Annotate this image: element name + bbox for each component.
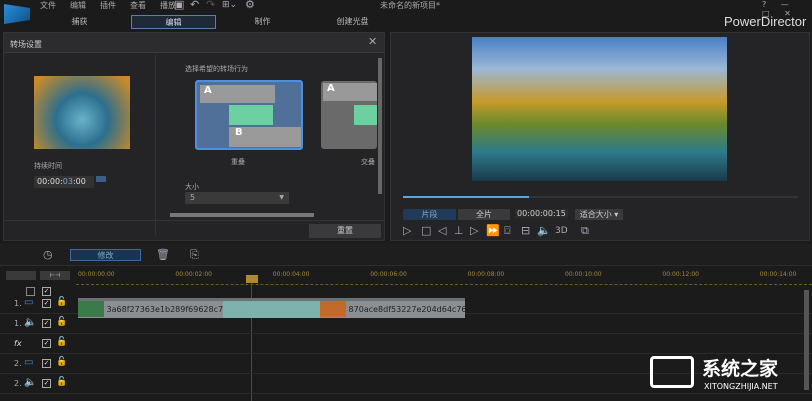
ruler-tick-label: 00:00:14:00 [759, 271, 797, 278]
clock-icon[interactable]: ◷ [43, 249, 53, 261]
play-icon[interactable]: ▷ [403, 225, 411, 237]
track-enable-checkbox[interactable]: ✓ [42, 379, 51, 388]
redo-icon[interactable]: ↷ [206, 0, 215, 11]
app-logo [4, 4, 30, 24]
undo-icon[interactable]: ↶ [190, 0, 199, 11]
tab-edit[interactable]: 编辑 [131, 15, 216, 29]
modify-button[interactable]: 修改 [70, 249, 141, 261]
track-enable-checkbox[interactable]: ✓ [42, 359, 51, 368]
undock-icon[interactable]: ⧉ [581, 225, 589, 237]
track-manager-button[interactable] [6, 271, 36, 280]
track-enable-checkbox[interactable]: ✓ [42, 319, 51, 328]
project-title: 未命名的新项目* [380, 1, 440, 10]
ruler-tick-label: 00:00:10:00 [565, 271, 602, 278]
track-enable-checkbox[interactable]: ✓ [42, 339, 51, 348]
option-cross[interactable]: A [321, 81, 377, 149]
playhead-marker[interactable] [246, 275, 258, 283]
all-tracks-checkbox[interactable]: ✓ [42, 287, 51, 296]
split-icon[interactable]: ⊥ [454, 225, 464, 237]
volume-icon[interactable]: 🔈 [537, 225, 551, 237]
subtitle-icon[interactable]: ⊟ [521, 225, 530, 237]
menu-edit[interactable]: 编辑 [70, 1, 86, 10]
ruler-tick-label: 00:00:08:00 [467, 271, 505, 278]
video-track-icon: ▭ [24, 357, 34, 368]
lock-icon[interactable]: 🔓 [56, 357, 67, 367]
size-dropdown[interactable]: 5 ▼ [185, 192, 289, 204]
tab-produce[interactable]: 制作 [220, 15, 305, 29]
track-enable-checkbox[interactable]: ✓ [42, 299, 51, 308]
option-overlap[interactable]: A B [195, 80, 303, 150]
playback-slider[interactable] [403, 196, 798, 198]
menu-file[interactable]: 文件 [40, 1, 56, 10]
transition-preview [34, 76, 130, 149]
audio-track-icon: 🔈 [24, 317, 37, 328]
ruler-tick-label: 00:00:12:00 [662, 271, 699, 278]
brand-label: PowerDirector [724, 14, 807, 29]
timeline-scrollbar[interactable] [804, 290, 809, 390]
menu-view[interactable]: 查看 [130, 1, 146, 10]
preview-video [472, 37, 727, 181]
clip-mode-button[interactable]: 片段 [403, 209, 456, 220]
fit-size-dropdown[interactable]: 适合大小 ▾ [575, 209, 623, 220]
next-frame-icon[interactable]: ▷ [470, 225, 478, 237]
snapshot-icon[interactable]: ⌼ [504, 225, 511, 237]
track-label: 1. [14, 299, 22, 308]
ruler-tick-label: 00:00:06:00 [370, 271, 407, 278]
edit-list-icon[interactable]: ⎘ [190, 249, 199, 261]
stop-icon[interactable]: □ [421, 225, 431, 237]
option-overlap-label: 重叠 [231, 158, 245, 166]
horizontal-scrollbar[interactable] [170, 213, 314, 217]
duration-stepper[interactable] [96, 176, 106, 182]
previous-frame-icon[interactable]: ◁ [438, 225, 446, 237]
watermark-house-icon [650, 356, 694, 388]
track-label: 2. [14, 359, 22, 368]
reset-button[interactable]: 重置 [309, 224, 381, 238]
ruler-tick-label: 00:00:04:00 [272, 271, 310, 278]
lock-icon[interactable]: 🔓 [56, 317, 67, 327]
lock-icon[interactable]: 🔓 [56, 337, 67, 347]
chevron-down-icon: ▼ [279, 194, 284, 201]
fit-timeline-button[interactable]: ⊢⊣ [40, 271, 70, 280]
track-label: 2. [14, 379, 22, 388]
video-track-icon: ▭ [24, 297, 34, 308]
preview-panel: 片段 全片 00:00:00:15 适合大小 ▾ ▷ □ ◁ ⊥ ▷ ⏩ ⌼ ⊟… [390, 32, 810, 241]
tab-create-disc[interactable]: 创建光盘 [310, 15, 395, 29]
track-label: fx [14, 339, 22, 348]
tab-capture[interactable]: 捕获 [37, 15, 122, 29]
audio-track-icon: 🔈 [24, 377, 37, 388]
save-icon[interactable]: ▣ [174, 0, 184, 11]
dialog-title: 转场设置 [10, 40, 42, 49]
close-icon[interactable]: ✕ [368, 35, 377, 48]
option-cross-label: 交叠 [361, 158, 375, 166]
lock-icon[interactable]: 🔓 [56, 297, 67, 307]
trash-icon[interactable]: 🗑 [156, 249, 170, 261]
vertical-scrollbar[interactable] [378, 58, 382, 194]
track-label: 1. [14, 319, 22, 328]
watermark-logo: 系统之家 XITONGZHIJIA.NET [650, 350, 800, 400]
transition-settings-dialog: 转场设置 ✕ 持续时间 00:00:03:00 选择希望的转场行为 A B 重叠… [3, 32, 385, 241]
timecode-display: 00:00:00:15 [515, 209, 568, 218]
lock-icon[interactable]: 🔓 [56, 377, 67, 387]
behavior-label: 选择希望的转场行为 [185, 65, 248, 73]
gear-icon[interactable]: ⚙ [245, 0, 255, 11]
menu-bar: 文件 编辑 插件 查看 播放 [40, 0, 190, 11]
layout-icon[interactable]: ⊞⌄ [222, 0, 237, 11]
timeline-clip[interactable]: 870ace8df53227e204d64c76ebac [320, 298, 465, 318]
size-label: 大小 [185, 183, 199, 191]
menu-plugins[interactable]: 插件 [100, 1, 116, 10]
ruler-tick-label: 00:00:02:00 [175, 271, 212, 278]
transition-block[interactable] [223, 301, 320, 318]
duration-label: 持续时间 [34, 162, 62, 170]
all-tracks-visibility[interactable] [26, 287, 35, 296]
fast-forward-icon[interactable]: ⏩ [486, 225, 500, 237]
movie-mode-button[interactable]: 全片 [458, 209, 510, 220]
duration-field[interactable]: 00:00:03:00 [34, 176, 94, 188]
3d-toggle[interactable]: 3D [555, 225, 568, 237]
ruler-tick-label: 00:00:00:00 [78, 271, 115, 278]
